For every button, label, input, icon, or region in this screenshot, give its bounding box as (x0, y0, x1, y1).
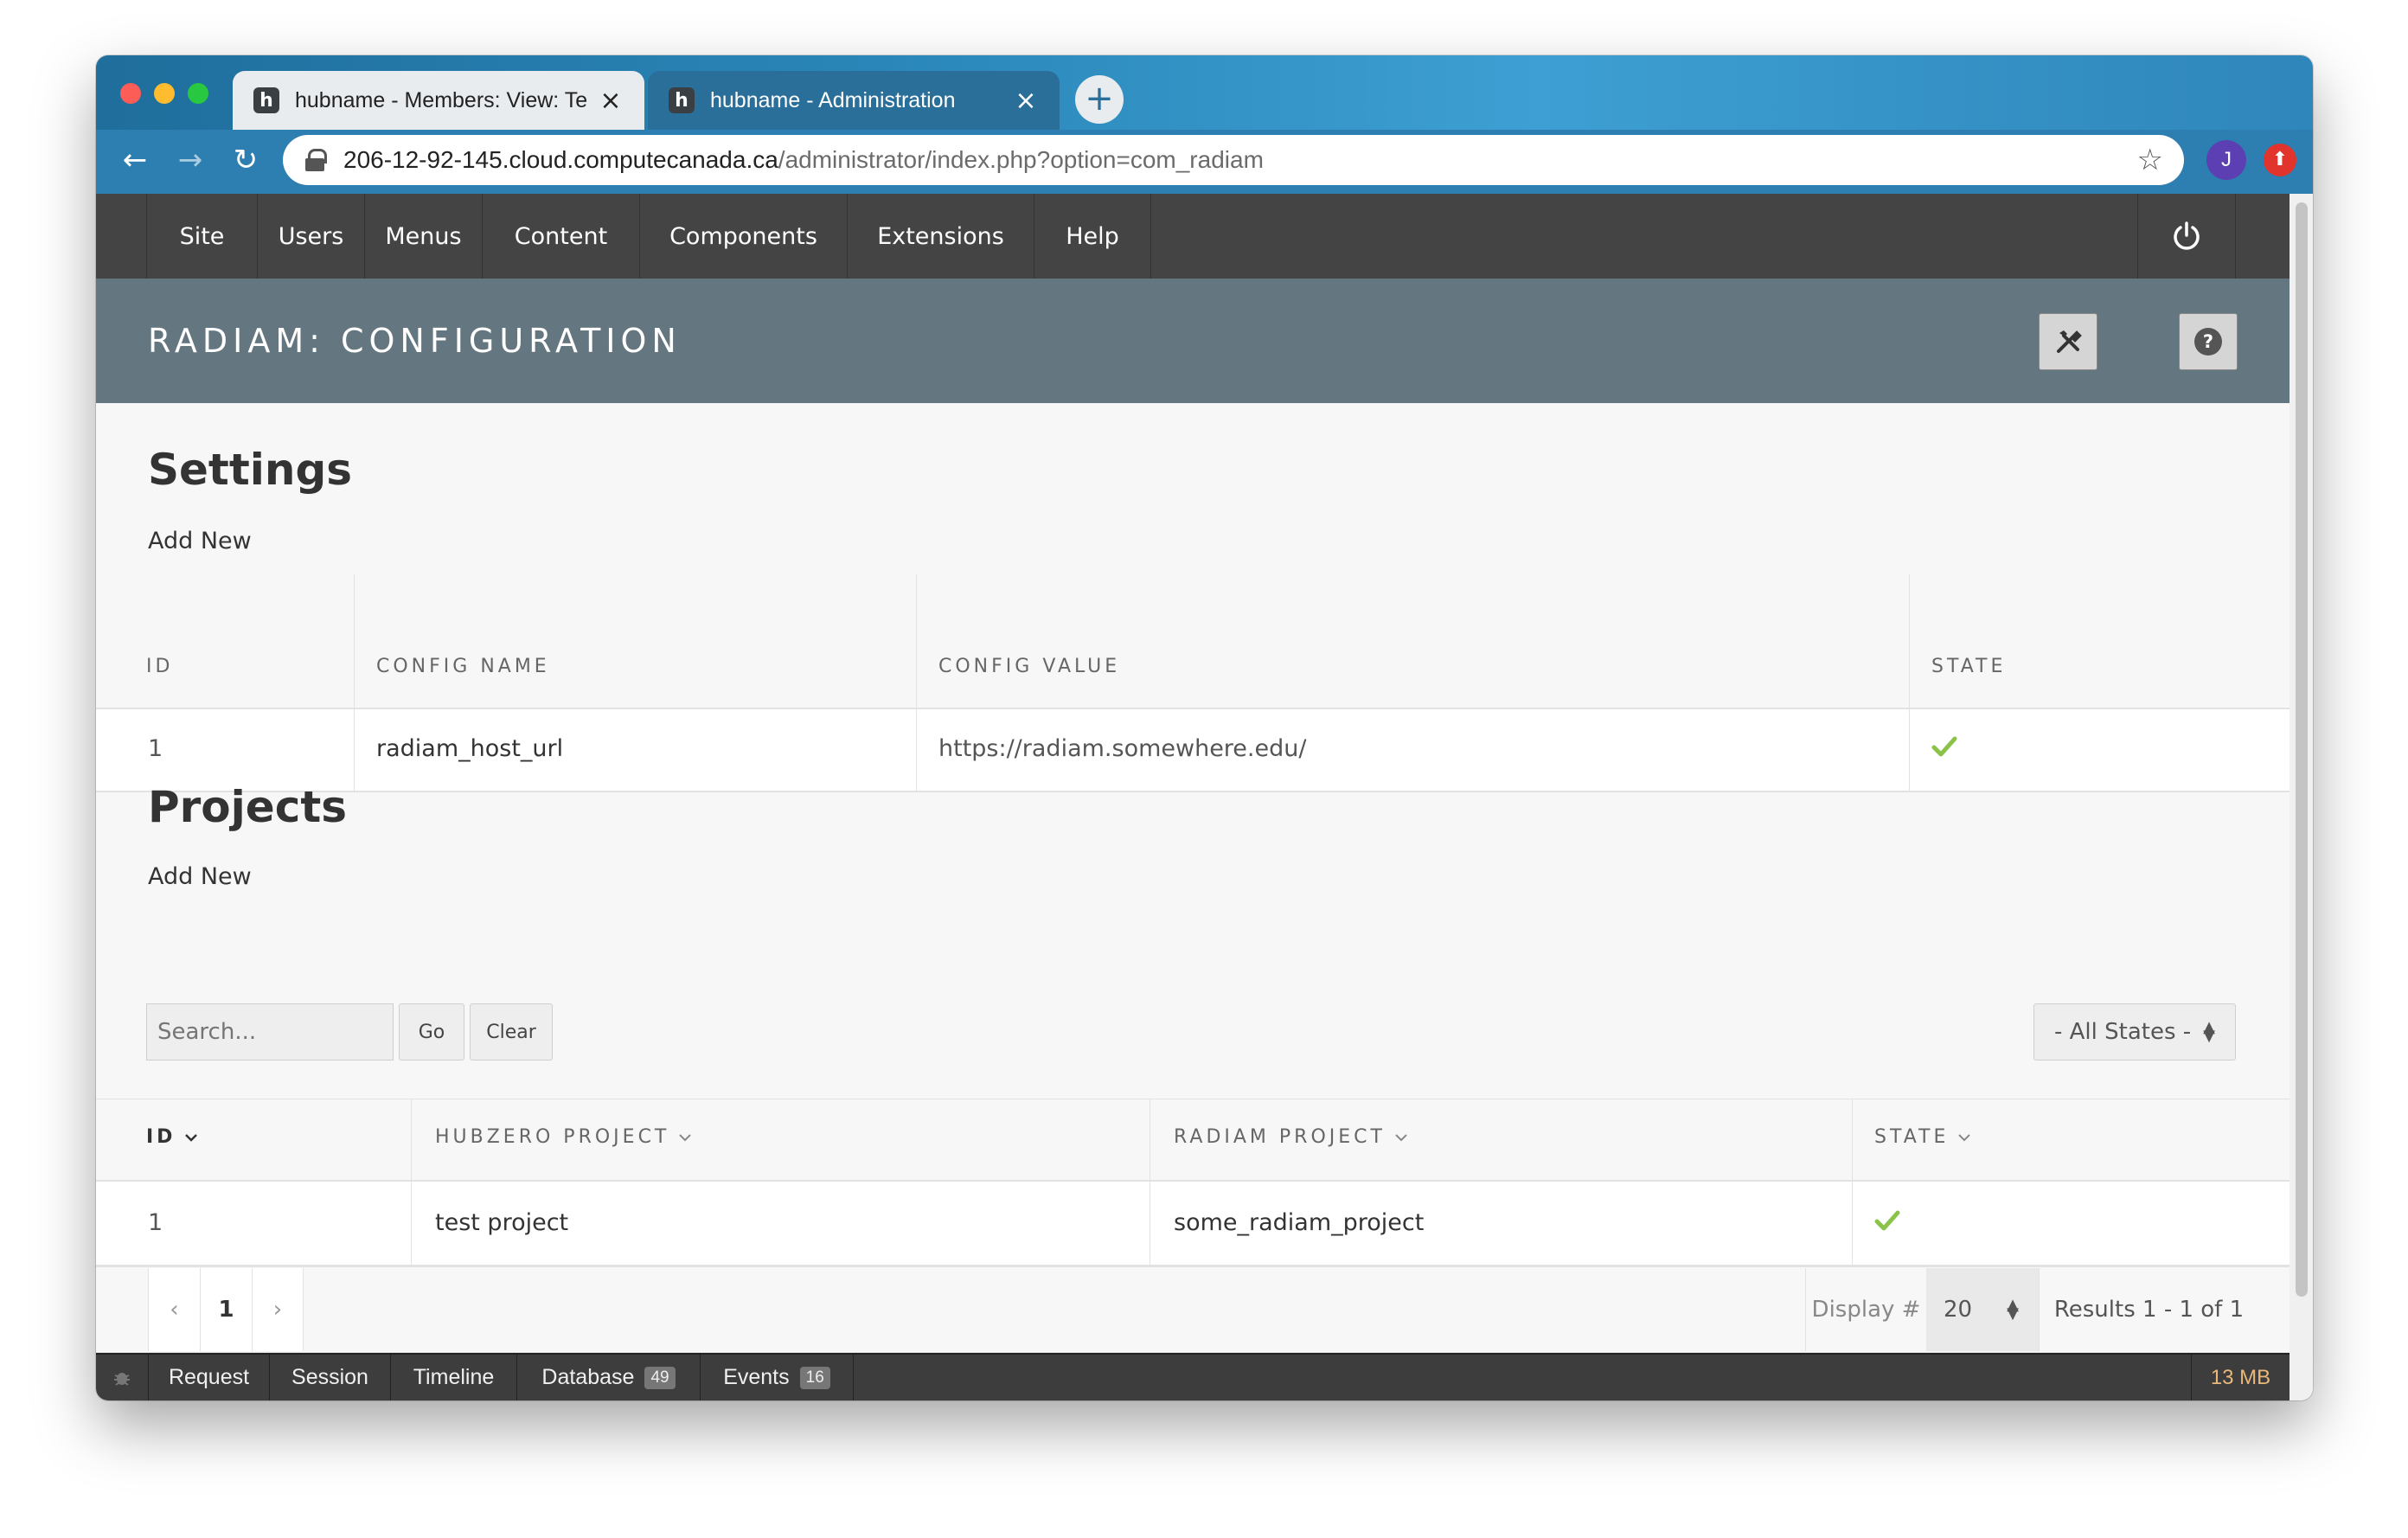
admin-menu-bar: Site Users Menus Content Components Exte… (96, 194, 2290, 279)
chevron-down-icon (1395, 1133, 1407, 1141)
updown-caret-icon: ▲ ▼ (2203, 1018, 2215, 1045)
memory-usage: 13 MB (2191, 1355, 2290, 1400)
debug-tab-database[interactable]: Database 49 (516, 1355, 700, 1400)
projects-header-id[interactable]: ID (146, 1126, 198, 1148)
minimize-window-button[interactable] (154, 83, 175, 104)
projects-header-radiam-project[interactable]: RADIAM PROJECT (1174, 1126, 1408, 1148)
bookmark-star-icon[interactable]: ☆ (2137, 143, 2163, 177)
projects-header-state[interactable]: STATE (1874, 1126, 1971, 1148)
bug-icon (114, 1372, 130, 1386)
tab-title: hubname - Administration (710, 87, 956, 112)
options-button[interactable] (2039, 313, 2097, 370)
page-scrollbar[interactable] (2290, 194, 2313, 1400)
hubzero-favicon-icon: h (253, 87, 279, 113)
clear-button[interactable]: Clear (470, 1003, 553, 1061)
power-icon (2174, 221, 2200, 250)
debug-tab-session[interactable]: Session (269, 1355, 390, 1400)
scrollbar-thumb[interactable] (2296, 202, 2308, 1297)
projects-cell-id: 1 (148, 1209, 163, 1236)
browser-tab-administration[interactable]: h hubname - Administration × (648, 71, 1060, 130)
display-count-select[interactable]: 20 ▲ ▼ (1926, 1268, 2039, 1351)
pagination-next[interactable]: › (252, 1268, 304, 1351)
pagination-page-1[interactable]: 1 (200, 1268, 252, 1351)
browser-toolbar: ← → ↻ 206-12-92-145.cloud.computecanada.… (96, 130, 2313, 194)
settings-header-id: ID (146, 656, 174, 677)
hubzero-favicon-icon: h (669, 87, 695, 113)
debug-tab-request[interactable]: Request (148, 1355, 269, 1400)
settings-header-config-value: CONFIG VALUE (938, 656, 1121, 677)
display-count-label: Display # (1805, 1268, 1926, 1351)
menu-help[interactable]: Help (1034, 194, 1151, 279)
column-divider (1852, 1182, 1853, 1265)
extension-upload-icon[interactable]: ⬆ (2264, 144, 2296, 176)
url-text[interactable]: 206-12-92-145.cloud.computecanada.ca/adm… (343, 146, 2137, 174)
forward-arrow-icon[interactable]: → (169, 138, 212, 182)
maximize-window-button[interactable] (188, 83, 208, 104)
projects-cell-hubzero-project[interactable]: test project (435, 1209, 568, 1236)
events-count-badge: 16 (799, 1366, 830, 1389)
go-button[interactable]: Go (399, 1003, 464, 1061)
projects-cell-radiam-project[interactable]: some_radiam_project (1174, 1209, 1424, 1236)
projects-header-hubzero-project[interactable]: HUBZERO PROJECT (435, 1126, 692, 1148)
help-button[interactable]: ? (2179, 313, 2238, 370)
profile-avatar[interactable]: J (2206, 140, 2246, 180)
chevron-down-icon (679, 1133, 692, 1141)
settings-add-new-link[interactable]: Add New (148, 528, 252, 554)
close-window-button[interactable] (120, 83, 141, 104)
pagination-prev[interactable]: ‹ (148, 1268, 200, 1351)
back-arrow-icon[interactable]: ← (113, 138, 157, 182)
settings-header-state: STATE (1931, 656, 2007, 677)
column-divider (354, 709, 355, 791)
column-divider (1909, 709, 1910, 791)
tab-title: hubname - Members: View: Te (295, 87, 588, 112)
menu-extensions[interactable]: Extensions (847, 194, 1034, 279)
settings-cell-id: 1 (148, 735, 163, 762)
logout-button[interactable] (2137, 194, 2236, 279)
page-title: RADIAM: CONFIGURATION (148, 322, 682, 360)
search-input[interactable] (146, 1003, 394, 1061)
updown-caret-icon: ▲ ▼ (2007, 1296, 2019, 1323)
published-check-icon[interactable] (1931, 735, 1957, 758)
settings-title: Settings (148, 445, 353, 495)
menu-components[interactable]: Components (639, 194, 847, 279)
projects-title: Projects (148, 782, 348, 832)
menu-site[interactable]: Site (146, 194, 257, 279)
svg-text:?: ? (2203, 331, 2213, 352)
published-check-icon[interactable] (1874, 1209, 1900, 1232)
new-tab-button[interactable]: + (1075, 75, 1124, 124)
lock-icon (304, 149, 327, 171)
settings-cell-config-name[interactable]: radiam_host_url (376, 735, 563, 762)
menu-content[interactable]: Content (482, 194, 639, 279)
chevron-down-icon (185, 1133, 198, 1142)
close-tab-icon[interactable]: × (1013, 86, 1039, 116)
database-count-badge: 49 (644, 1366, 676, 1389)
browser-chrome: h hubname - Members: View: Te × h hubnam… (96, 55, 2313, 194)
column-divider (411, 1182, 412, 1265)
reload-icon[interactable]: ↻ (224, 138, 267, 182)
display-count-value: 20 (1944, 1297, 1973, 1323)
question-circle-icon: ? (2194, 328, 2222, 356)
state-filter-select[interactable]: - All States - ▲ ▼ (2033, 1003, 2236, 1061)
address-bar[interactable]: 206-12-92-145.cloud.computecanada.ca/adm… (283, 135, 2184, 185)
settings-header-config-name: CONFIG NAME (376, 656, 550, 677)
chevron-down-icon (1958, 1133, 1971, 1141)
menu-users[interactable]: Users (257, 194, 364, 279)
debug-bar: Request Session Timeline Database 49 Eve… (96, 1353, 2290, 1400)
settings-cell-config-value: https://radiam.somewhere.edu/ (938, 735, 1307, 762)
browser-tab-members[interactable]: h hubname - Members: View: Te × (233, 71, 644, 130)
tools-icon (2057, 330, 2082, 353)
browser-window: h hubname - Members: View: Te × h hubnam… (96, 55, 2313, 1400)
state-filter-value: - All States - (2053, 1019, 2192, 1045)
results-count: Results 1 - 1 of 1 (2039, 1268, 2258, 1351)
debug-tab-events[interactable]: Events 16 (700, 1355, 854, 1400)
page-viewport: Site Users Menus Content Components Exte… (96, 194, 2290, 1400)
menu-menus[interactable]: Menus (364, 194, 482, 279)
close-tab-icon[interactable]: × (598, 86, 624, 116)
projects-add-new-link[interactable]: Add New (148, 863, 252, 890)
page-header: RADIAM: CONFIGURATION ? (96, 279, 2290, 403)
debug-toggle-button[interactable] (96, 1355, 148, 1400)
column-divider (916, 709, 917, 791)
debug-tab-timeline[interactable]: Timeline (390, 1355, 516, 1400)
